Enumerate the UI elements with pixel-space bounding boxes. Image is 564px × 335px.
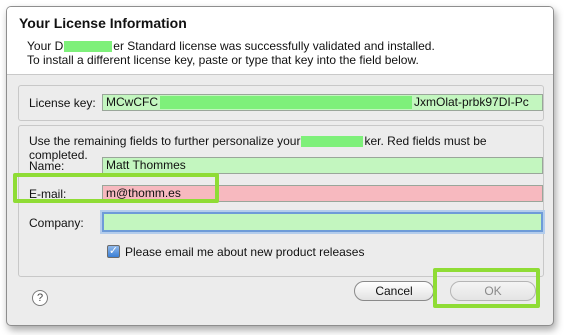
redaction-mark [64,41,113,53]
company-field[interactable] [102,212,543,232]
newsletter-checkbox[interactable]: ✓ [107,245,120,258]
redaction-mark [301,136,364,148]
company-label: Company: [29,216,84,230]
success-message: Your Der Standard license was successful… [27,39,435,53]
ok-highlight-box [433,268,540,308]
name-label: Name: [29,159,65,173]
help-icon[interactable]: ? [32,290,48,306]
dialog-title: Your License Information [19,15,187,31]
name-field[interactable]: Matt Thommes [102,157,543,174]
cancel-button[interactable]: Cancel [354,281,434,301]
instruction-message: To install a different license key, past… [27,53,419,67]
redaction-mark [160,96,412,110]
dialog-header: Your License Information Your Der Standa… [7,7,553,75]
license-key-group: License key: MCwCFC JxmOlat-prbk97DI-Pc [18,85,544,121]
newsletter-label[interactable]: Please email me about new product releas… [125,245,364,259]
email-highlight-box [13,173,219,203]
license-key-field[interactable]: MCwCFC JxmOlat-prbk97DI-Pc [102,94,543,111]
license-key-label: License key: [29,96,96,110]
